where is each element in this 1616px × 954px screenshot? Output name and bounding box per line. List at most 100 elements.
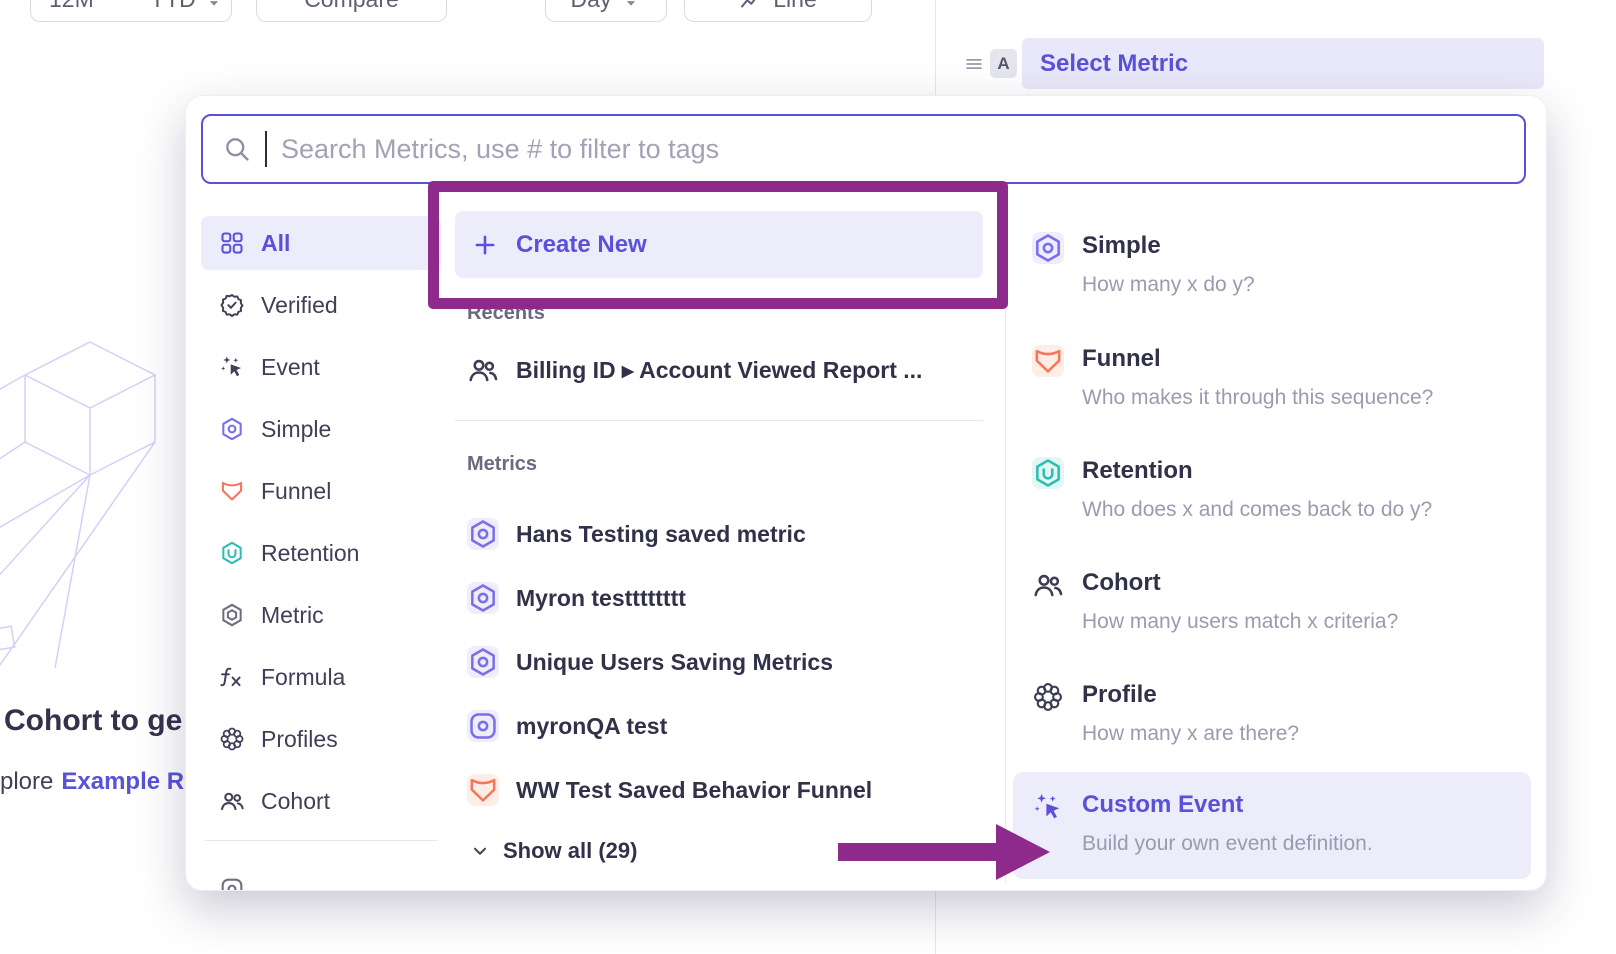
category-label: Profiles bbox=[261, 726, 338, 753]
create-new-label: Create New bbox=[516, 231, 647, 259]
category-label: Verified bbox=[261, 292, 338, 319]
background-headline: Cohort to ge bbox=[4, 704, 182, 738]
funnel-icon bbox=[467, 774, 499, 806]
simple-hexagon-icon bbox=[467, 582, 499, 614]
category-label: Metric bbox=[261, 602, 324, 629]
category-metric[interactable]: Metric bbox=[201, 588, 441, 642]
section-divider bbox=[455, 420, 983, 421]
drag-handle-icon[interactable] bbox=[963, 53, 985, 75]
metric-type-desc: How many users match x criteria? bbox=[1082, 610, 1398, 634]
metric-badge: A bbox=[990, 49, 1017, 78]
verified-badge-icon bbox=[219, 292, 245, 318]
retention-icon bbox=[1032, 457, 1064, 489]
show-all-label: Show all (29) bbox=[503, 838, 637, 864]
category-label: Retention bbox=[261, 540, 359, 567]
retention-icon bbox=[219, 540, 245, 566]
category-label: Formula bbox=[261, 664, 345, 691]
category-profiles[interactable]: Profiles bbox=[201, 712, 441, 766]
category-event[interactable]: Event bbox=[201, 340, 441, 394]
metric-item-label: myronQA test bbox=[516, 713, 667, 740]
metric-type-desc: How many x do y? bbox=[1082, 273, 1255, 297]
metric-item-label: WW Test Saved Behavior Funnel bbox=[516, 777, 872, 804]
metric-type-desc: Who makes it through this sequence? bbox=[1082, 386, 1433, 410]
chart-type-button[interactable]: Line bbox=[684, 0, 872, 22]
category-label: All bbox=[261, 230, 290, 257]
metric-item[interactable]: Unique Users Saving Metrics bbox=[467, 646, 833, 678]
category-label: Event bbox=[261, 354, 320, 381]
range-ytd-label: YTD bbox=[150, 0, 196, 13]
simple-hexagon-icon bbox=[1032, 232, 1064, 264]
metrics-header: Metrics bbox=[467, 453, 537, 476]
category-retention[interactable]: Retention bbox=[201, 526, 441, 580]
metric-type-title: Profile bbox=[1082, 681, 1299, 709]
metric-type-title: Funnel bbox=[1082, 345, 1433, 373]
simple-hexagon-icon bbox=[467, 646, 499, 678]
range-12m-label: 12M bbox=[49, 0, 94, 13]
recents-header: Recents bbox=[467, 302, 545, 325]
show-all-button[interactable]: Show all (29) bbox=[469, 838, 637, 864]
clipped-category-icon bbox=[219, 876, 245, 890]
funnel-icon bbox=[219, 478, 245, 504]
category-cohort[interactable]: Cohort bbox=[201, 774, 441, 828]
app-canvas: 12M YTD Compare Day Line A Select Metric… bbox=[0, 0, 1616, 954]
example-link[interactable]: Example R bbox=[61, 768, 184, 795]
metric-type-retention[interactable]: Retention Who does x and comes back to d… bbox=[1032, 457, 1432, 522]
event-sparkle-icon bbox=[219, 354, 245, 380]
create-new-button[interactable]: Create New bbox=[455, 211, 983, 278]
background-explore-text: ploreExample R bbox=[0, 768, 184, 796]
recent-item-billing[interactable]: Billing ID ▸ Account Viewed Report ... bbox=[467, 354, 922, 386]
search-icon bbox=[223, 135, 251, 163]
category-sidebar: All Verified Event Simple Funnel Retenti… bbox=[201, 216, 441, 841]
metric-picker-modal: All Verified Event Simple Funnel Retenti… bbox=[186, 96, 1546, 890]
search-field[interactable] bbox=[201, 114, 1526, 184]
metric-item[interactable]: Hans Testing saved metric bbox=[467, 518, 806, 550]
granularity-button[interactable]: Day bbox=[545, 0, 667, 22]
select-metric-button[interactable]: Select Metric bbox=[1022, 38, 1544, 89]
metric-item[interactable]: Myron testttttttt bbox=[467, 582, 686, 614]
metric-type-custom-event[interactable]: Custom Event Build your own event defini… bbox=[1013, 772, 1531, 879]
metric-item-label: Hans Testing saved metric bbox=[516, 521, 806, 548]
caret-down-icon bbox=[204, 0, 224, 13]
metric-type-cohort[interactable]: Cohort How many users match x criteria? bbox=[1032, 569, 1398, 634]
date-range-segmented-control[interactable]: 12M YTD bbox=[30, 0, 232, 22]
cohort-people-icon bbox=[219, 788, 245, 814]
metric-type-simple[interactable]: Simple How many x do y? bbox=[1032, 232, 1255, 297]
column-divider bbox=[1005, 214, 1006, 882]
metric-item[interactable]: myronQA test bbox=[467, 710, 667, 742]
category-all[interactable]: All bbox=[201, 216, 441, 270]
chart-type-label: Line bbox=[773, 0, 816, 13]
metric-type-desc: How many x are there? bbox=[1082, 722, 1299, 746]
compare-label: Compare bbox=[304, 0, 399, 13]
metric-type-funnel[interactable]: Funnel Who makes it through this sequenc… bbox=[1032, 345, 1433, 410]
category-formula[interactable]: Formula bbox=[201, 650, 441, 704]
metric-type-profile[interactable]: Profile How many x are there? bbox=[1032, 681, 1299, 746]
simple-hexagon-icon bbox=[467, 518, 499, 550]
cohort-people-icon bbox=[467, 354, 499, 386]
search-input[interactable] bbox=[281, 134, 1504, 165]
category-simple[interactable]: Simple bbox=[201, 402, 441, 456]
metric-type-title: Custom Event bbox=[1082, 791, 1373, 819]
metric-type-desc: Who does x and comes back to do y? bbox=[1082, 498, 1432, 522]
custom-event-row[interactable]: Custom Event Build your own event defini… bbox=[1032, 791, 1373, 856]
formula-fx-icon bbox=[219, 664, 245, 690]
profiles-flower-icon bbox=[1032, 681, 1064, 713]
metric-type-title: Simple bbox=[1082, 232, 1255, 260]
metric-item-label: Myron testttttttt bbox=[516, 585, 686, 612]
cohort-people-icon bbox=[1032, 569, 1064, 601]
range-12m-button[interactable]: 12M bbox=[31, 0, 112, 21]
category-label: Cohort bbox=[261, 788, 330, 815]
range-ytd-button[interactable]: YTD bbox=[132, 0, 242, 21]
simple-hexagon-icon bbox=[219, 416, 245, 442]
metric-hexagon-icon bbox=[219, 602, 245, 628]
category-label: Simple bbox=[261, 416, 331, 443]
category-verified[interactable]: Verified bbox=[201, 278, 441, 332]
custom-event-icon bbox=[1032, 791, 1064, 823]
metric-type-title: Retention bbox=[1082, 457, 1432, 485]
metric-item[interactable]: WW Test Saved Behavior Funnel bbox=[467, 774, 872, 806]
metric-type-desc: Build your own event definition. bbox=[1082, 832, 1373, 856]
compare-button[interactable]: Compare bbox=[256, 0, 447, 22]
caret-down-icon bbox=[621, 0, 641, 13]
category-funnel[interactable]: Funnel bbox=[201, 464, 441, 518]
metric-item-label: Unique Users Saving Metrics bbox=[516, 649, 833, 676]
simple-square-icon bbox=[467, 710, 499, 742]
